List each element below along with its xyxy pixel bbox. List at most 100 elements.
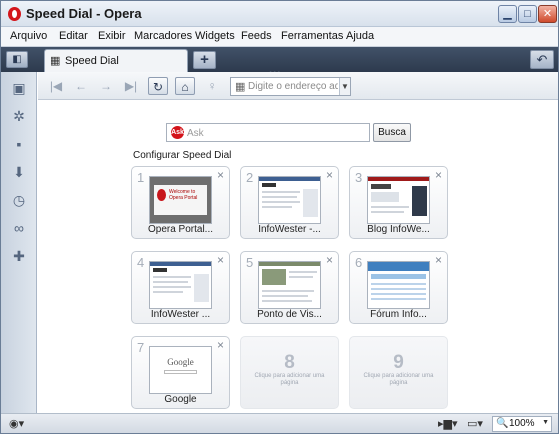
dial-thumbnail [149, 261, 212, 309]
home-icon[interactable]: ⌂ [175, 77, 195, 95]
address-bar[interactable]: ▦ ▼ [230, 77, 351, 96]
search-button[interactable]: Busca [373, 123, 411, 142]
close-icon: ✕ [542, 8, 553, 20]
speed-dial-item[interactable]: 2 × InfoWester -... [240, 166, 339, 239]
speed-dial-grid-icon: ▦ [50, 55, 61, 67]
rewind-icon[interactable]: |◀ [46, 77, 66, 95]
speed-dial-item[interactable]: 5 × Ponto de Vis... [240, 251, 339, 324]
configure-speed-dial-link[interactable]: Configurar Speed Dial [133, 150, 231, 161]
menu-editar[interactable]: Editar [59, 30, 88, 42]
wand-icon[interactable]: ♀ [202, 77, 222, 95]
dial-label: Blog InfoWe... [367, 224, 430, 235]
dial-label: InfoWester ... [150, 309, 211, 320]
dial-label: Google [164, 394, 197, 405]
maximize-icon: □ [524, 8, 531, 20]
dial-number: 8 [284, 352, 295, 373]
close-window-button[interactable]: ✕ [538, 5, 557, 23]
menu-feeds[interactable]: Feeds [241, 30, 272, 42]
minimize-button[interactable]: ▁ [498, 5, 517, 23]
address-dropdown-icon[interactable]: ▼ [339, 78, 350, 95]
dial-label: Fórum Info... [370, 309, 427, 320]
add-panel-icon[interactable]: ✚ [9, 246, 29, 266]
minimize-icon: ▁ [503, 8, 512, 20]
panel-toggle-button[interactable]: ◧ [6, 51, 28, 68]
fast-forward-icon[interactable]: ▶| [121, 77, 141, 95]
speed-dial-item[interactable]: 4 × InfoWester ... [131, 251, 230, 324]
status-bar: ◉▾ ▸▆▾ ▭▾ 🔍 100% ▼ [1, 413, 558, 433]
dial-thumbnail [367, 261, 430, 309]
speed-dial-item[interactable]: 1 × Welcome to Opera Portal Opera Portal… [131, 166, 230, 239]
speed-dial-empty-slot[interactable]: 9 Clique para adicionar uma página [349, 336, 448, 409]
dial-number: 2 [246, 170, 254, 185]
dial-thumbnail: Welcome to Opera Portal [149, 176, 212, 224]
menu-ajuda[interactable]: Ajuda [346, 30, 374, 42]
address-input[interactable] [248, 79, 338, 94]
menu-ferramentas[interactable]: Ferramentas [281, 30, 343, 42]
menu-bar: Arquivo Editar Exibir Marcadores Widgets… [1, 27, 558, 47]
downloads-icon[interactable]: ⬇ [9, 162, 29, 182]
view-images-icon[interactable]: ▸▆▾ [438, 417, 458, 430]
add-page-hint: Clique para adicionar uma página [254, 373, 325, 386]
thumb-text: Welcome to Opera Portal [169, 189, 198, 201]
chevron-down-icon: ▼ [542, 419, 549, 426]
panel-toggle-icon: ◧ [12, 54, 22, 65]
dial-number: 6 [355, 255, 363, 270]
window-title: Speed Dial - Opera [26, 6, 142, 21]
thumb-text: Google [167, 357, 194, 367]
speed-dial-item[interactable]: 7 × Google Google [131, 336, 230, 409]
speed-dial-item[interactable]: 3 × Blog InfoWe... [349, 166, 448, 239]
close-icon[interactable]: × [326, 168, 333, 182]
history-icon[interactable]: ◷ [9, 190, 29, 210]
forward-icon[interactable]: → [96, 77, 116, 95]
dial-number: 7 [137, 340, 145, 355]
dial-label: InfoWester -... [258, 224, 321, 235]
tab-speed-dial[interactable]: ▦ Speed Dial [44, 49, 188, 72]
close-icon[interactable]: × [217, 168, 224, 182]
dial-thumbnail [258, 176, 321, 224]
menu-marcadores[interactable]: Marcadores [134, 30, 192, 42]
closed-tabs-button[interactable]: ↶ [530, 50, 554, 69]
navigation-bar: |◀ ← → ▶| ↻ ⌂ ♀ ▦ ▼ [38, 72, 558, 100]
magnifier-icon: 🔍 [496, 418, 509, 429]
dial-number: 9 [393, 352, 404, 373]
dial-label: Opera Portal... [147, 224, 214, 235]
dial-number: 1 [137, 170, 145, 185]
tab-label: Speed Dial [65, 55, 119, 67]
close-icon[interactable]: × [435, 253, 442, 267]
bookmarks-icon[interactable]: ▣ [9, 78, 29, 98]
screen-mode-icon[interactable]: ▭▾ [467, 417, 483, 430]
notes-icon[interactable]: ▪ [9, 134, 29, 154]
zoom-control[interactable]: 🔍 100% ▼ [492, 416, 552, 432]
close-icon[interactable]: × [435, 168, 442, 182]
dial-thumbnail [258, 261, 321, 309]
dial-number: 3 [355, 170, 363, 185]
close-icon[interactable]: × [326, 253, 333, 267]
back-icon[interactable]: ← [71, 77, 91, 95]
maximize-button[interactable]: □ [518, 5, 537, 23]
speed-dial-page: Ask Busca Configurar Speed Dial 1 × Welc… [38, 101, 558, 413]
speed-dial-empty-slot[interactable]: 8 Clique para adicionar uma página [240, 336, 339, 409]
ask-logo-icon: Ask [171, 126, 184, 139]
browser-window: Speed Dial - Opera ▁ □ ✕ Arquivo Editar … [0, 0, 559, 434]
links-icon[interactable]: ∞ [9, 218, 29, 238]
dial-thumbnail: Google [149, 346, 212, 394]
panel-sidebar: ▣ ✲ ▪ ⬇ ◷ ∞ ✚ [1, 72, 37, 413]
dial-label: Ponto de Vis... [257, 309, 322, 320]
menu-arquivo[interactable]: Arquivo [10, 30, 47, 42]
opera-menu-icon[interactable]: ◉▾ [9, 417, 24, 430]
close-icon[interactable]: × [217, 338, 224, 352]
search-input[interactable] [187, 126, 363, 140]
new-tab-button[interactable]: + [193, 51, 216, 69]
add-page-hint: Clique para adicionar uma página [363, 373, 434, 386]
speed-dial-item[interactable]: 6 × Fórum Info... [349, 251, 448, 324]
menu-exibir[interactable]: Exibir [98, 30, 126, 42]
opera-logo-icon [8, 7, 21, 21]
close-icon[interactable]: × [217, 253, 224, 267]
title-bar: Speed Dial - Opera ▁ □ ✕ [1, 1, 558, 27]
search-box[interactable]: Ask [166, 123, 370, 142]
dial-thumbnail [367, 176, 430, 224]
zoom-value: 100% [509, 418, 535, 429]
reload-icon[interactable]: ↻ [148, 77, 168, 95]
widgets-icon[interactable]: ✲ [9, 106, 29, 126]
menu-widgets[interactable]: Widgets [195, 30, 235, 42]
